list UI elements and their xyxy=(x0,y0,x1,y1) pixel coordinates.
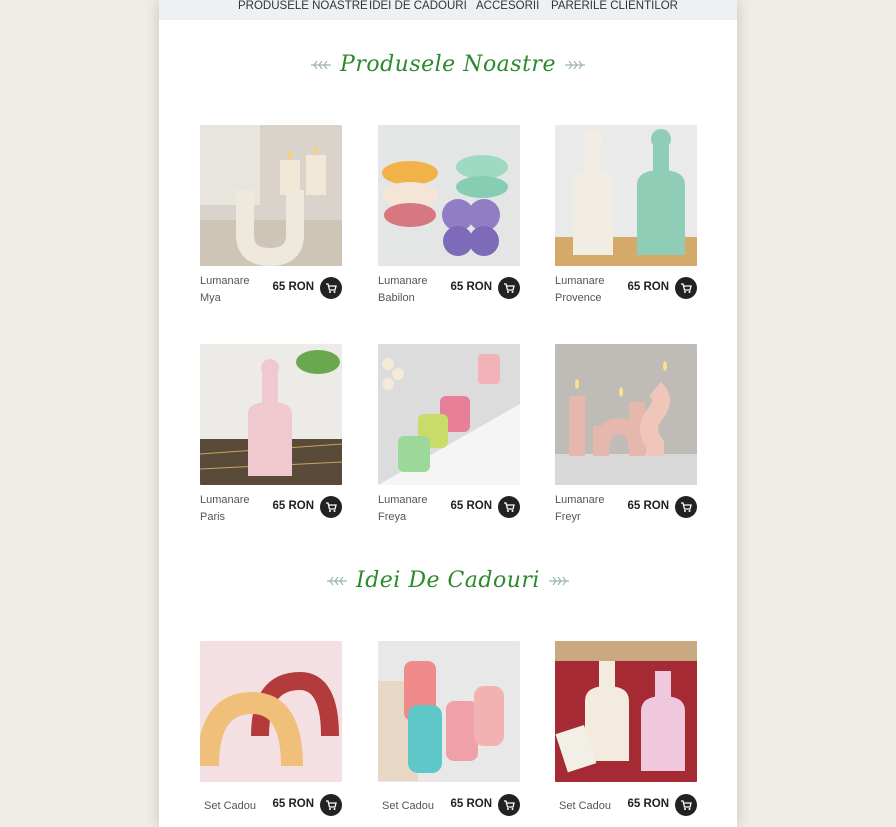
product-image-babilon[interactable] xyxy=(378,125,520,266)
gift-price: 65 RON xyxy=(272,798,314,810)
leaf-decoration-icon xyxy=(311,60,332,69)
top-navigation-bar: PRODUSELE NOASTRE IDEI DE CADOURI ACCESO… xyxy=(159,0,737,20)
add-to-cart-button[interactable] xyxy=(675,496,697,518)
add-to-cart-button[interactable] xyxy=(675,794,697,816)
product-price: 65 RON xyxy=(272,500,314,512)
product-name: Lumanare Provence xyxy=(555,275,605,304)
cart-icon xyxy=(681,800,692,810)
gift-name: Set Cadou xyxy=(204,800,256,812)
add-to-cart-button[interactable] xyxy=(498,277,520,299)
product-card[interactable]: Lumanare Freya 65 RON xyxy=(378,344,520,523)
section-title-gifts: Idei De Cadouri xyxy=(159,568,737,593)
product-card[interactable]: Lumanare Mya 65 RON xyxy=(200,125,342,304)
product-price: 65 RON xyxy=(450,281,492,293)
product-name: Lumanare Paris xyxy=(200,494,250,523)
section-title-products: Produsele Noastre xyxy=(159,52,737,77)
product-price: 65 RON xyxy=(272,281,314,293)
product-price: 65 RON xyxy=(450,500,492,512)
nav-link-reviews[interactable]: PARERILE CLIENTILOR xyxy=(551,0,678,12)
add-to-cart-button[interactable] xyxy=(675,277,697,299)
section-title-text: Produsele Noastre xyxy=(340,52,556,77)
add-to-cart-button[interactable] xyxy=(320,496,342,518)
product-card[interactable]: Lumanare Babilon 65 RON xyxy=(378,125,520,304)
cart-icon xyxy=(681,283,692,293)
gift-name: Set Cadou xyxy=(559,800,611,812)
product-price: 65 RON xyxy=(627,500,669,512)
product-name: Lumanare Freya xyxy=(378,494,428,523)
gift-image-1[interactable] xyxy=(200,641,342,782)
cart-icon xyxy=(504,502,515,512)
cart-icon xyxy=(504,800,515,810)
product-name: Lumanare Mya xyxy=(200,275,250,304)
cart-icon xyxy=(504,283,515,293)
cart-icon xyxy=(326,800,337,810)
product-image-freya[interactable] xyxy=(378,344,520,485)
gift-card[interactable]: Set Cadou 65 RON xyxy=(200,641,342,816)
nav-link-gift-ideas[interactable]: IDEI DE CADOURI xyxy=(369,0,467,12)
product-image-mya[interactable] xyxy=(200,125,342,266)
gift-price: 65 RON xyxy=(450,798,492,810)
gift-image-2[interactable] xyxy=(378,641,520,782)
section-title-text: Idei De Cadouri xyxy=(356,568,540,593)
gift-price: 65 RON xyxy=(627,798,669,810)
product-price: 65 RON xyxy=(627,281,669,293)
cart-icon xyxy=(326,283,337,293)
product-name: Lumanare Babilon xyxy=(378,275,428,304)
nav-link-accessories[interactable]: ACCESORII xyxy=(476,0,539,12)
leaf-decoration-icon xyxy=(564,60,585,69)
leaf-decoration-icon xyxy=(548,576,569,585)
product-card[interactable]: Lumanare Paris 65 RON xyxy=(200,344,342,523)
add-to-cart-button[interactable] xyxy=(320,794,342,816)
cart-icon xyxy=(326,502,337,512)
product-card[interactable]: Lumanare Provence 65 RON xyxy=(555,125,697,304)
gift-name: Set Cadou xyxy=(382,800,434,812)
add-to-cart-button[interactable] xyxy=(498,496,520,518)
nav-link-products[interactable]: PRODUSELE NOASTRE xyxy=(238,0,368,12)
add-to-cart-button[interactable] xyxy=(320,277,342,299)
leaf-decoration-icon xyxy=(327,576,347,585)
gift-image-3[interactable] xyxy=(555,641,697,782)
cart-icon xyxy=(681,502,692,512)
gift-card[interactable]: Set Cadou 65 RON xyxy=(378,641,520,816)
product-image-provence[interactable] xyxy=(555,125,697,266)
product-name: Lumanare Freyr xyxy=(555,494,605,523)
product-image-freyr[interactable] xyxy=(555,344,697,485)
product-image-paris[interactable] xyxy=(200,344,342,485)
page-container: PRODUSELE NOASTRE IDEI DE CADOURI ACCESO… xyxy=(159,0,737,827)
gift-card[interactable]: Set Cadou 65 RON xyxy=(555,641,697,816)
product-card[interactable]: Lumanare Freyr 65 RON xyxy=(555,344,697,523)
add-to-cart-button[interactable] xyxy=(498,794,520,816)
